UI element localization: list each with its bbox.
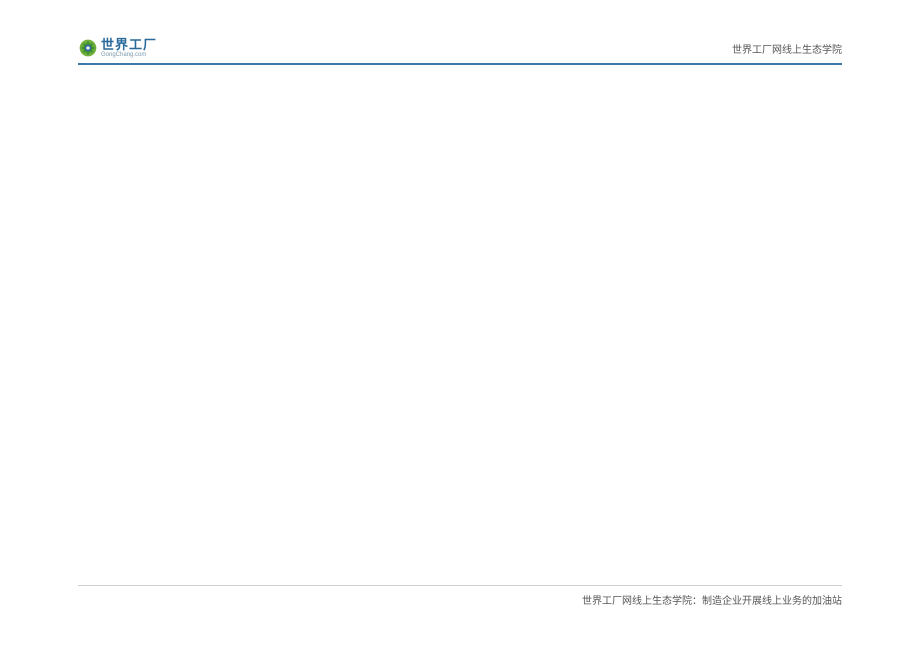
brand-logo-sub: GongChang.com — [101, 52, 157, 58]
slide-content-area — [78, 70, 842, 561]
brand-logo-main: 世界工厂 — [101, 38, 157, 51]
header-title-right: 世界工厂网线上生态学院 — [732, 41, 842, 58]
brand-logo: 世界工厂 GongChang.com — [78, 38, 157, 58]
factory-gear-icon — [78, 38, 98, 58]
header-divider — [78, 63, 842, 65]
brand-logo-text: 世界工厂 GongChang.com — [101, 38, 157, 58]
footer-divider — [78, 585, 842, 586]
header-bar: 世界工厂 GongChang.com 世界工厂网线上生态学院 — [78, 38, 842, 62]
footer-tagline: 世界工厂网线上生态学院：制造企业开展线上业务的加油站 — [582, 592, 842, 607]
